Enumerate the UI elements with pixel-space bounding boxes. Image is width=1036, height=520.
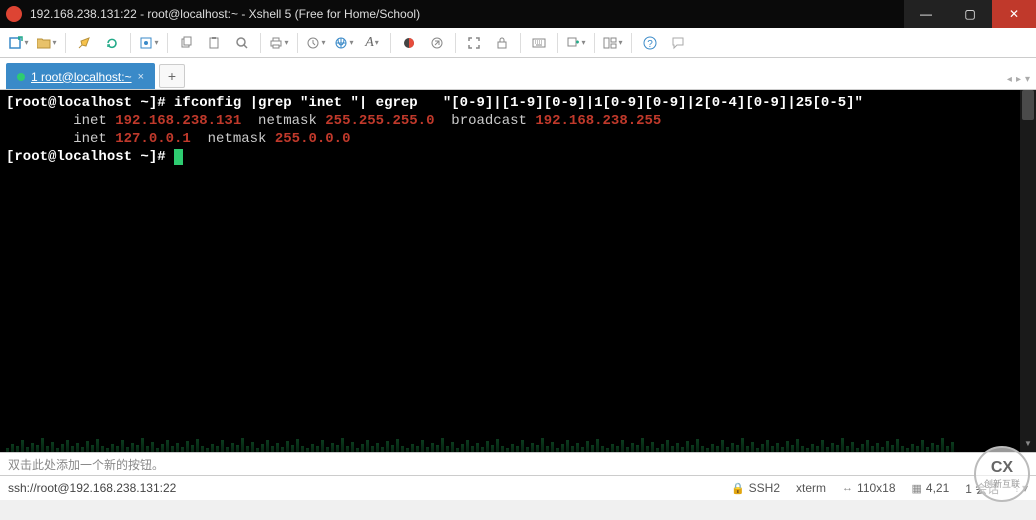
scroll-down-icon[interactable]: ▼ <box>1020 436 1036 452</box>
history-button[interactable] <box>303 31 329 55</box>
ip-address: 192.168.238.131 <box>115 113 241 129</box>
new-tab-button[interactable]: + <box>159 64 185 88</box>
status-size-label: 110x18 <box>857 481 895 495</box>
toolbar-separator <box>455 33 456 53</box>
session-tab[interactable]: 1 root@localhost:~ × <box>6 63 155 89</box>
status-bar: ssh://root@192.168.238.131:22 🔒 SSH2 xter… <box>0 476 1036 500</box>
toolbar-separator <box>390 33 391 53</box>
prompt: [root@localhost ~]# <box>6 95 174 111</box>
toolbar-separator <box>65 33 66 53</box>
toolbar-separator <box>557 33 558 53</box>
status-cursor-pos: ▦ 4,21 <box>912 481 950 495</box>
ip-address: 127.0.0.1 <box>115 131 191 147</box>
toolbar-separator <box>130 33 131 53</box>
quick-button-hint: 双击此处添加一个新的按钮。 <box>8 456 164 473</box>
toolbar-separator <box>260 33 261 53</box>
output-text: inet <box>6 113 115 129</box>
toolbar-separator <box>167 33 168 53</box>
tab-close-button[interactable]: × <box>138 71 144 83</box>
prompt: [root@localhost ~]# <box>6 149 174 165</box>
grid-icon: ▦ <box>912 482 922 495</box>
app-icon <box>6 6 22 22</box>
fullscreen-button[interactable] <box>461 31 487 55</box>
window-titlebar: 192.168.238.131:22 - root@localhost:~ - … <box>0 0 1036 28</box>
terminal-wrap: [root@localhost ~]# ifconfig |grep "inet… <box>0 90 1036 452</box>
watermark-big: CX <box>991 459 1013 477</box>
tab-next-button[interactable]: ▸ <box>1016 74 1021 85</box>
find-button[interactable] <box>229 31 255 55</box>
tab-nav: ◂ ▸ ▾ <box>1007 74 1030 85</box>
window-buttons: — ▢ ✕ <box>904 0 1036 28</box>
toolbar-separator <box>297 33 298 53</box>
connected-indicator-icon <box>17 73 25 81</box>
output-text: inet <box>6 131 115 147</box>
status-connection: ssh://root@192.168.238.131:22 <box>8 481 715 495</box>
command-text: ifconfig |grep "inet "| egrep "[0-9]|[1-… <box>174 95 863 111</box>
tab-list-button[interactable]: ▾ <box>1025 74 1030 85</box>
color-scheme-button[interactable] <box>396 31 422 55</box>
output-text: netmask <box>241 113 325 129</box>
highlight-button[interactable] <box>71 31 97 55</box>
terminal-scrollbar[interactable]: ▲ ▼ <box>1020 90 1036 452</box>
session-tabbar: 1 root@localhost:~ × + ◂ ▸ ▾ <box>0 58 1036 90</box>
help-button[interactable]: ? <box>637 31 663 55</box>
toolbar-separator <box>631 33 632 53</box>
status-term-type: xterm <box>796 481 826 495</box>
lock-icon: 🔒 <box>731 482 745 495</box>
netmask: 255.255.255.0 <box>325 113 434 129</box>
cursor <box>174 149 183 165</box>
scroll-thumb[interactable] <box>1022 90 1034 120</box>
new-session-button[interactable] <box>6 31 32 55</box>
open-session-button[interactable] <box>34 31 60 55</box>
new-window-button[interactable] <box>563 31 589 55</box>
chat-button[interactable] <box>665 31 691 55</box>
svg-text:?: ? <box>647 39 653 50</box>
watermark-logo: CX 创新互联 <box>974 446 1030 502</box>
toolbar-separator <box>520 33 521 53</box>
quick-button-bar[interactable]: 双击此处添加一个新的按钮。 <box>0 452 1036 476</box>
tab-label: 1 root@localhost:~ <box>31 70 132 84</box>
status-ssh-label: SSH2 <box>749 481 780 495</box>
terminal[interactable]: [root@localhost ~]# ifconfig |grep "inet… <box>0 90 1036 452</box>
layout-button[interactable] <box>600 31 626 55</box>
status-size: ↔ 110x18 <box>842 481 895 495</box>
paste-button[interactable] <box>201 31 227 55</box>
close-button[interactable]: ✕ <box>992 0 1036 28</box>
globe-button[interactable] <box>331 31 357 55</box>
print-button[interactable] <box>266 31 292 55</box>
font-button[interactable]: A <box>359 31 385 55</box>
status-ssh: 🔒 SSH2 <box>731 481 780 495</box>
broadcast: 192.168.238.255 <box>535 113 661 129</box>
minimize-button[interactable]: — <box>904 0 948 28</box>
netmask: 255.0.0.0 <box>275 131 351 147</box>
main-toolbar: A ? <box>0 28 1036 58</box>
reconnect-button[interactable] <box>99 31 125 55</box>
lock-button[interactable] <box>489 31 515 55</box>
output-text: broadcast <box>434 113 535 129</box>
encoding-button[interactable] <box>424 31 450 55</box>
output-text: netmask <box>191 131 275 147</box>
status-pos-label: 4,21 <box>926 481 949 495</box>
resize-icon: ↔ <box>842 482 853 494</box>
toolbar-separator <box>594 33 595 53</box>
properties-button[interactable] <box>136 31 162 55</box>
copy-button[interactable] <box>173 31 199 55</box>
tab-prev-button[interactable]: ◂ <box>1007 74 1012 85</box>
keyboard-button[interactable] <box>526 31 552 55</box>
watermark-small: 创新互联 <box>984 477 1020 490</box>
maximize-button[interactable]: ▢ <box>948 0 992 28</box>
window-title: 192.168.238.131:22 - root@localhost:~ - … <box>30 7 904 21</box>
